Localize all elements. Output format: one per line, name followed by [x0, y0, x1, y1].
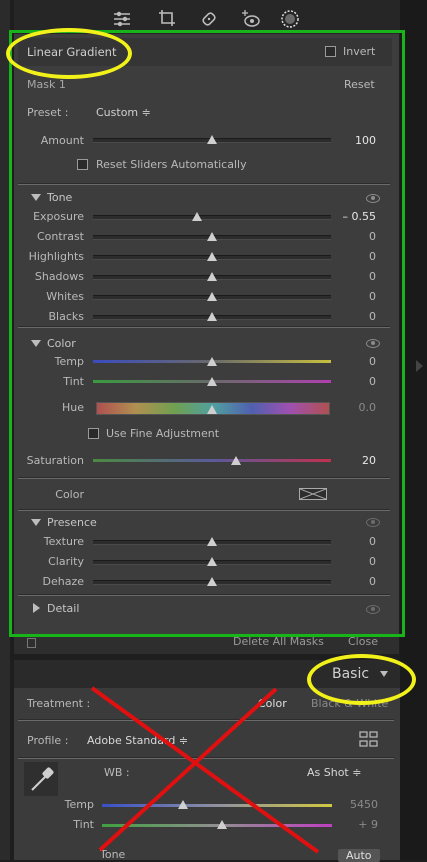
- annotation-red-cross: [90, 686, 320, 854]
